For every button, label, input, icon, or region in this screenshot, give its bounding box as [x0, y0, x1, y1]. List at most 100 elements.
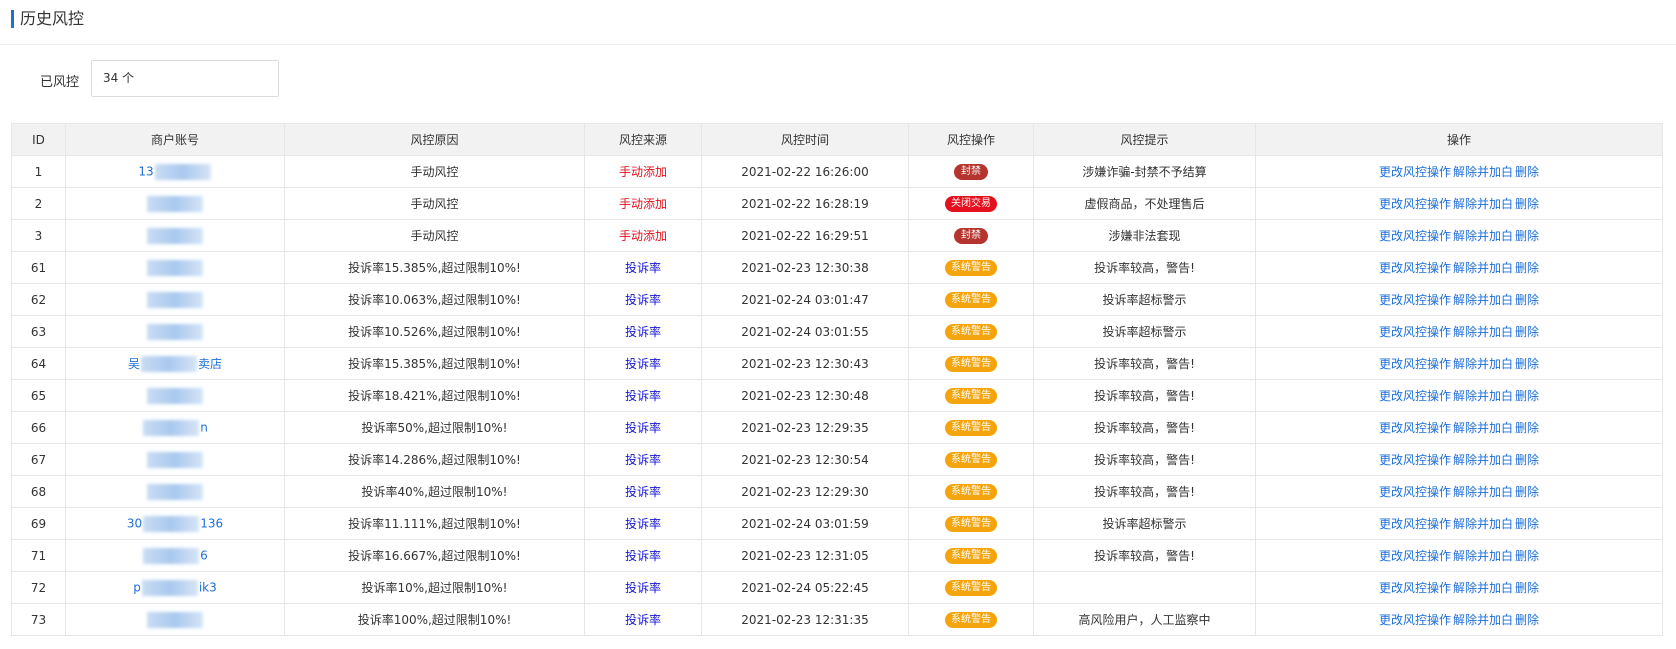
release-whitelist-link[interactable]: 解除并加白: [1453, 389, 1513, 403]
delete-link[interactable]: 删除: [1515, 421, 1539, 435]
release-whitelist-link[interactable]: 解除并加白: [1453, 165, 1513, 179]
cell-reason: 投诉率15.385%,超过限制10%!: [284, 347, 585, 380]
change-risk-op-link[interactable]: 更改风控操作: [1379, 389, 1451, 403]
account-suffix: n: [200, 420, 208, 434]
cell-account[interactable]: 6: [65, 539, 285, 572]
col-source: 风控来源: [584, 123, 702, 156]
change-risk-op-link[interactable]: 更改风控操作: [1379, 581, 1451, 595]
risk-op-badge: 封禁: [954, 228, 988, 244]
cell-account[interactable]: 30 136: [65, 507, 285, 540]
change-risk-op-link[interactable]: 更改风控操作: [1379, 261, 1451, 275]
release-whitelist-link[interactable]: 解除并加白: [1453, 261, 1513, 275]
change-risk-op-link[interactable]: 更改风控操作: [1379, 165, 1451, 179]
change-risk-op-link[interactable]: 更改风控操作: [1379, 357, 1451, 371]
cell-account[interactable]: [65, 603, 285, 636]
cell-risk-op: 系统警告: [908, 571, 1034, 604]
cell-id: 2: [11, 187, 66, 220]
release-whitelist-link[interactable]: 解除并加白: [1453, 197, 1513, 211]
release-whitelist-link[interactable]: 解除并加白: [1453, 357, 1513, 371]
release-whitelist-link[interactable]: 解除并加白: [1453, 453, 1513, 467]
cell-source: 投诉率: [584, 283, 702, 316]
col-account: 商户账号: [65, 123, 285, 156]
account-redaction: [147, 291, 203, 308]
cell-time: 2021-02-23 12:30:48: [701, 379, 909, 412]
delete-link[interactable]: 删除: [1515, 517, 1539, 531]
delete-link[interactable]: 删除: [1515, 485, 1539, 499]
cell-account[interactable]: [65, 315, 285, 348]
cell-account[interactable]: 13: [65, 155, 285, 188]
delete-link[interactable]: 删除: [1515, 261, 1539, 275]
page-title: 历史风控: [20, 9, 85, 28]
change-risk-op-link[interactable]: 更改风控操作: [1379, 197, 1451, 211]
cell-account[interactable]: [65, 475, 285, 508]
cell-time: 2021-02-22 16:29:51: [701, 219, 909, 252]
account-redaction: [147, 451, 203, 468]
change-risk-op-link[interactable]: 更改风控操作: [1379, 517, 1451, 531]
change-risk-op-link[interactable]: 更改风控操作: [1379, 485, 1451, 499]
release-whitelist-link[interactable]: 解除并加白: [1453, 581, 1513, 595]
cell-time: 2021-02-24 03:01:59: [701, 507, 909, 540]
delete-link[interactable]: 删除: [1515, 581, 1539, 595]
change-risk-op-link[interactable]: 更改风控操作: [1379, 453, 1451, 467]
release-whitelist-link[interactable]: 解除并加白: [1453, 325, 1513, 339]
account-redaction: [147, 611, 203, 628]
table-row: 69 30 136 投诉率11.111%,超过限制10%! 投诉率 2021-02-24 …: [11, 507, 1663, 540]
col-reason: 风控原因: [284, 123, 585, 156]
delete-link[interactable]: 删除: [1515, 229, 1539, 243]
release-whitelist-link[interactable]: 解除并加白: [1453, 293, 1513, 307]
release-whitelist-link[interactable]: 解除并加白: [1453, 549, 1513, 563]
cell-account[interactable]: [65, 251, 285, 284]
change-risk-op-link[interactable]: 更改风控操作: [1379, 421, 1451, 435]
release-whitelist-link[interactable]: 解除并加白: [1453, 485, 1513, 499]
release-whitelist-link[interactable]: 解除并加白: [1453, 517, 1513, 531]
release-whitelist-link[interactable]: 解除并加白: [1453, 229, 1513, 243]
change-risk-op-link[interactable]: 更改风控操作: [1379, 549, 1451, 563]
cell-id: 67: [11, 443, 66, 476]
cell-source: 手动添加: [584, 219, 702, 252]
cell-account[interactable]: [65, 379, 285, 412]
cell-account[interactable]: n: [65, 411, 285, 444]
delete-link[interactable]: 删除: [1515, 357, 1539, 371]
account-redaction: [143, 419, 200, 436]
delete-link[interactable]: 删除: [1515, 197, 1539, 211]
cell-id: 64: [11, 347, 66, 380]
cell-source: 投诉率: [584, 539, 702, 572]
delete-link[interactable]: 删除: [1515, 613, 1539, 627]
table-row: 2 手动风控 手动添加 2021-02-22 16:28:19 关闭交易 虚假商品，不处理…: [11, 187, 1663, 220]
cell-account[interactable]: [65, 443, 285, 476]
cell-source: 投诉率: [584, 347, 702, 380]
account-redaction: [143, 515, 200, 532]
cell-actions: 更改风控操作 解除并加白 删除: [1255, 603, 1663, 636]
cell-reason: 投诉率10.063%,超过限制10%!: [284, 283, 585, 316]
change-risk-op-link[interactable]: 更改风控操作: [1379, 325, 1451, 339]
cell-risk-op: 系统警告: [908, 347, 1034, 380]
release-whitelist-link[interactable]: 解除并加白: [1453, 613, 1513, 627]
cell-reason: 投诉率50%,超过限制10%!: [284, 411, 585, 444]
cell-account[interactable]: [65, 187, 285, 220]
col-tip: 风控提示: [1033, 123, 1256, 156]
cell-risk-op: 系统警告: [908, 315, 1034, 348]
risk-op-badge: 系统警告: [945, 516, 997, 532]
cell-account[interactable]: p ik3: [65, 571, 285, 604]
cell-source: 投诉率: [584, 571, 702, 604]
delete-link[interactable]: 删除: [1515, 549, 1539, 563]
cell-risk-op: 封禁: [908, 219, 1034, 252]
cell-risk-op: 系统警告: [908, 507, 1034, 540]
risk-op-badge: 系统警告: [945, 324, 997, 340]
cell-account[interactable]: [65, 219, 285, 252]
change-risk-op-link[interactable]: 更改风控操作: [1379, 293, 1451, 307]
cell-actions: 更改风控操作 解除并加白 删除: [1255, 283, 1663, 316]
cell-account[interactable]: 吴 卖店: [65, 347, 285, 380]
delete-link[interactable]: 删除: [1515, 165, 1539, 179]
delete-link[interactable]: 删除: [1515, 389, 1539, 403]
cell-account[interactable]: [65, 283, 285, 316]
change-risk-op-link[interactable]: 更改风控操作: [1379, 613, 1451, 627]
delete-link[interactable]: 删除: [1515, 453, 1539, 467]
change-risk-op-link[interactable]: 更改风控操作: [1379, 229, 1451, 243]
release-whitelist-link[interactable]: 解除并加白: [1453, 421, 1513, 435]
delete-link[interactable]: 删除: [1515, 293, 1539, 307]
cell-tip: 投诉率较高，警告!: [1033, 443, 1256, 476]
cell-actions: 更改风控操作 解除并加白 删除: [1255, 411, 1663, 444]
cell-time: 2021-02-23 12:29:35: [701, 411, 909, 444]
delete-link[interactable]: 删除: [1515, 325, 1539, 339]
